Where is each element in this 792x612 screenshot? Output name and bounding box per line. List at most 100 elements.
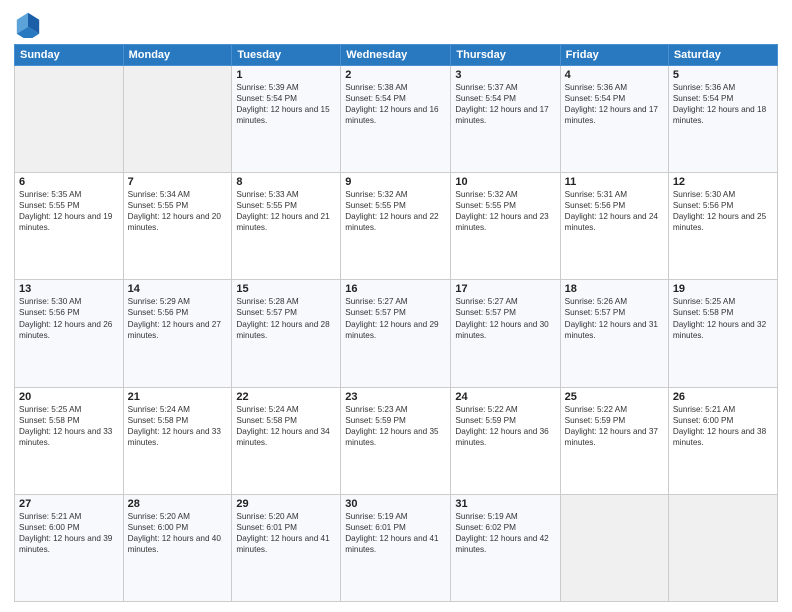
calendar-cell: 4Sunrise: 5:36 AMSunset: 5:54 PMDaylight… bbox=[560, 66, 668, 173]
day-info: Sunrise: 5:22 AMSunset: 5:59 PMDaylight:… bbox=[455, 404, 555, 448]
day-number: 11 bbox=[565, 176, 664, 188]
day-number: 22 bbox=[236, 391, 336, 403]
day-info: Sunrise: 5:24 AMSunset: 5:58 PMDaylight:… bbox=[236, 404, 336, 448]
day-info: Sunrise: 5:36 AMSunset: 5:54 PMDaylight:… bbox=[565, 82, 664, 126]
calendar-week-row: 20Sunrise: 5:25 AMSunset: 5:58 PMDayligh… bbox=[15, 387, 778, 494]
header bbox=[14, 10, 778, 38]
calendar-cell: 13Sunrise: 5:30 AMSunset: 5:56 PMDayligh… bbox=[15, 280, 124, 387]
day-info: Sunrise: 5:34 AMSunset: 5:55 PMDaylight:… bbox=[128, 189, 228, 233]
day-info: Sunrise: 5:37 AMSunset: 5:54 PMDaylight:… bbox=[455, 82, 555, 126]
day-number: 1 bbox=[236, 69, 336, 81]
day-info: Sunrise: 5:31 AMSunset: 5:56 PMDaylight:… bbox=[565, 189, 664, 233]
day-info: Sunrise: 5:26 AMSunset: 5:57 PMDaylight:… bbox=[565, 296, 664, 340]
calendar-cell: 17Sunrise: 5:27 AMSunset: 5:57 PMDayligh… bbox=[451, 280, 560, 387]
calendar-cell: 24Sunrise: 5:22 AMSunset: 5:59 PMDayligh… bbox=[451, 387, 560, 494]
day-number: 21 bbox=[128, 391, 228, 403]
calendar-cell: 29Sunrise: 5:20 AMSunset: 6:01 PMDayligh… bbox=[232, 494, 341, 601]
calendar-table: SundayMondayTuesdayWednesdayThursdayFrid… bbox=[14, 44, 778, 602]
day-info: Sunrise: 5:32 AMSunset: 5:55 PMDaylight:… bbox=[455, 189, 555, 233]
day-number: 31 bbox=[455, 498, 555, 510]
calendar-week-row: 27Sunrise: 5:21 AMSunset: 6:00 PMDayligh… bbox=[15, 494, 778, 601]
day-info: Sunrise: 5:27 AMSunset: 5:57 PMDaylight:… bbox=[455, 296, 555, 340]
calendar-cell: 10Sunrise: 5:32 AMSunset: 5:55 PMDayligh… bbox=[451, 173, 560, 280]
calendar-cell: 15Sunrise: 5:28 AMSunset: 5:57 PMDayligh… bbox=[232, 280, 341, 387]
calendar-cell: 11Sunrise: 5:31 AMSunset: 5:56 PMDayligh… bbox=[560, 173, 668, 280]
calendar-header-monday: Monday bbox=[123, 45, 232, 66]
day-info: Sunrise: 5:21 AMSunset: 6:00 PMDaylight:… bbox=[673, 404, 773, 448]
day-info: Sunrise: 5:21 AMSunset: 6:00 PMDaylight:… bbox=[19, 511, 119, 555]
calendar-cell bbox=[560, 494, 668, 601]
day-number: 8 bbox=[236, 176, 336, 188]
calendar-header-sunday: Sunday bbox=[15, 45, 124, 66]
calendar-cell: 1Sunrise: 5:39 AMSunset: 5:54 PMDaylight… bbox=[232, 66, 341, 173]
day-info: Sunrise: 5:33 AMSunset: 5:55 PMDaylight:… bbox=[236, 189, 336, 233]
calendar-cell: 27Sunrise: 5:21 AMSunset: 6:00 PMDayligh… bbox=[15, 494, 124, 601]
day-info: Sunrise: 5:35 AMSunset: 5:55 PMDaylight:… bbox=[19, 189, 119, 233]
day-number: 3 bbox=[455, 69, 555, 81]
calendar-week-row: 13Sunrise: 5:30 AMSunset: 5:56 PMDayligh… bbox=[15, 280, 778, 387]
calendar-week-row: 1Sunrise: 5:39 AMSunset: 5:54 PMDaylight… bbox=[15, 66, 778, 173]
calendar-cell: 9Sunrise: 5:32 AMSunset: 5:55 PMDaylight… bbox=[341, 173, 451, 280]
day-info: Sunrise: 5:20 AMSunset: 6:00 PMDaylight:… bbox=[128, 511, 228, 555]
day-info: Sunrise: 5:30 AMSunset: 5:56 PMDaylight:… bbox=[673, 189, 773, 233]
day-number: 25 bbox=[565, 391, 664, 403]
day-number: 9 bbox=[345, 176, 446, 188]
calendar-cell: 8Sunrise: 5:33 AMSunset: 5:55 PMDaylight… bbox=[232, 173, 341, 280]
logo bbox=[14, 10, 46, 38]
day-number: 13 bbox=[19, 283, 119, 295]
calendar-cell: 20Sunrise: 5:25 AMSunset: 5:58 PMDayligh… bbox=[15, 387, 124, 494]
day-number: 28 bbox=[128, 498, 228, 510]
day-number: 16 bbox=[345, 283, 446, 295]
day-number: 17 bbox=[455, 283, 555, 295]
calendar-header-wednesday: Wednesday bbox=[341, 45, 451, 66]
calendar-header-friday: Friday bbox=[560, 45, 668, 66]
day-number: 6 bbox=[19, 176, 119, 188]
calendar-header-row: SundayMondayTuesdayWednesdayThursdayFrid… bbox=[15, 45, 778, 66]
calendar-cell: 7Sunrise: 5:34 AMSunset: 5:55 PMDaylight… bbox=[123, 173, 232, 280]
calendar-cell: 2Sunrise: 5:38 AMSunset: 5:54 PMDaylight… bbox=[341, 66, 451, 173]
day-number: 27 bbox=[19, 498, 119, 510]
day-number: 30 bbox=[345, 498, 446, 510]
calendar-cell: 14Sunrise: 5:29 AMSunset: 5:56 PMDayligh… bbox=[123, 280, 232, 387]
calendar-cell: 5Sunrise: 5:36 AMSunset: 5:54 PMDaylight… bbox=[668, 66, 777, 173]
calendar-cell: 18Sunrise: 5:26 AMSunset: 5:57 PMDayligh… bbox=[560, 280, 668, 387]
day-number: 14 bbox=[128, 283, 228, 295]
day-number: 10 bbox=[455, 176, 555, 188]
day-number: 5 bbox=[673, 69, 773, 81]
day-info: Sunrise: 5:25 AMSunset: 5:58 PMDaylight:… bbox=[673, 296, 773, 340]
calendar-cell: 23Sunrise: 5:23 AMSunset: 5:59 PMDayligh… bbox=[341, 387, 451, 494]
page: SundayMondayTuesdayWednesdayThursdayFrid… bbox=[0, 0, 792, 612]
day-number: 18 bbox=[565, 283, 664, 295]
day-info: Sunrise: 5:23 AMSunset: 5:59 PMDaylight:… bbox=[345, 404, 446, 448]
day-number: 4 bbox=[565, 69, 664, 81]
calendar-cell: 6Sunrise: 5:35 AMSunset: 5:55 PMDaylight… bbox=[15, 173, 124, 280]
calendar-cell bbox=[15, 66, 124, 173]
day-number: 24 bbox=[455, 391, 555, 403]
day-number: 26 bbox=[673, 391, 773, 403]
calendar-cell bbox=[668, 494, 777, 601]
calendar-cell: 25Sunrise: 5:22 AMSunset: 5:59 PMDayligh… bbox=[560, 387, 668, 494]
calendar-cell: 28Sunrise: 5:20 AMSunset: 6:00 PMDayligh… bbox=[123, 494, 232, 601]
day-number: 20 bbox=[19, 391, 119, 403]
calendar-cell: 19Sunrise: 5:25 AMSunset: 5:58 PMDayligh… bbox=[668, 280, 777, 387]
day-number: 23 bbox=[345, 391, 446, 403]
day-info: Sunrise: 5:25 AMSunset: 5:58 PMDaylight:… bbox=[19, 404, 119, 448]
day-number: 29 bbox=[236, 498, 336, 510]
day-number: 15 bbox=[236, 283, 336, 295]
day-number: 19 bbox=[673, 283, 773, 295]
calendar-cell: 26Sunrise: 5:21 AMSunset: 6:00 PMDayligh… bbox=[668, 387, 777, 494]
day-info: Sunrise: 5:19 AMSunset: 6:01 PMDaylight:… bbox=[345, 511, 446, 555]
calendar-header-saturday: Saturday bbox=[668, 45, 777, 66]
day-number: 2 bbox=[345, 69, 446, 81]
day-info: Sunrise: 5:28 AMSunset: 5:57 PMDaylight:… bbox=[236, 296, 336, 340]
calendar-cell: 21Sunrise: 5:24 AMSunset: 5:58 PMDayligh… bbox=[123, 387, 232, 494]
day-number: 7 bbox=[128, 176, 228, 188]
calendar-header-thursday: Thursday bbox=[451, 45, 560, 66]
calendar-cell: 3Sunrise: 5:37 AMSunset: 5:54 PMDaylight… bbox=[451, 66, 560, 173]
day-info: Sunrise: 5:29 AMSunset: 5:56 PMDaylight:… bbox=[128, 296, 228, 340]
calendar-cell: 22Sunrise: 5:24 AMSunset: 5:58 PMDayligh… bbox=[232, 387, 341, 494]
day-info: Sunrise: 5:20 AMSunset: 6:01 PMDaylight:… bbox=[236, 511, 336, 555]
day-info: Sunrise: 5:24 AMSunset: 5:58 PMDaylight:… bbox=[128, 404, 228, 448]
day-info: Sunrise: 5:22 AMSunset: 5:59 PMDaylight:… bbox=[565, 404, 664, 448]
day-info: Sunrise: 5:36 AMSunset: 5:54 PMDaylight:… bbox=[673, 82, 773, 126]
